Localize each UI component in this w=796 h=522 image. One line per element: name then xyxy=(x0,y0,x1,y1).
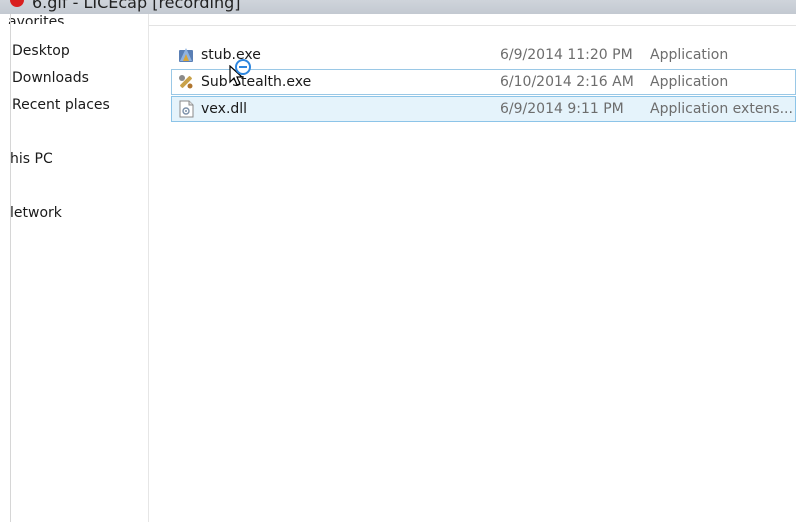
file-type: Application xyxy=(650,47,729,63)
file-row[interactable]: vex.dll 6/9/2014 9:11 PM Application ext… xyxy=(171,96,796,122)
file-name: stub.exe xyxy=(201,47,261,63)
nav-favorites-header[interactable]: avorites xyxy=(8,15,64,24)
file-type: Application xyxy=(650,74,729,90)
dll-file-icon xyxy=(179,100,194,118)
nav-divider xyxy=(10,14,11,522)
record-icon xyxy=(10,0,24,7)
exe-app-icon xyxy=(179,48,193,62)
window-title: 6.gif - LICEcap [recording] xyxy=(32,0,241,12)
file-date: 6/9/2014 11:20 PM xyxy=(500,47,633,63)
file-name: Sub Stealth.exe xyxy=(201,74,312,90)
nav-item-network[interactable]: letwork xyxy=(10,204,62,222)
nav-item-recent-places[interactable]: Recent places xyxy=(12,96,110,114)
nav-item-this-pc[interactable]: his PC xyxy=(10,150,53,168)
nav-item-downloads[interactable]: Downloads xyxy=(12,69,89,87)
file-row[interactable]: Sub Stealth.exe 6/10/2014 2:16 AM Applic… xyxy=(171,69,796,95)
navigation-pane: avorites xyxy=(0,14,149,522)
title-bar: 6.gif - LICEcap [recording] xyxy=(0,0,796,14)
file-type: Application extens... xyxy=(650,101,793,117)
nav-item-desktop[interactable]: Desktop xyxy=(12,42,70,60)
file-row[interactable]: stub.exe 6/9/2014 11:20 PM Application xyxy=(171,42,796,68)
file-name: vex.dll xyxy=(201,101,248,117)
wrench-app-icon xyxy=(179,75,193,89)
file-date: 6/10/2014 2:16 AM xyxy=(500,74,634,90)
title-bar-edge xyxy=(766,0,796,14)
file-date: 6/9/2014 9:11 PM xyxy=(500,101,624,117)
drag-indicator-icon xyxy=(235,59,251,75)
